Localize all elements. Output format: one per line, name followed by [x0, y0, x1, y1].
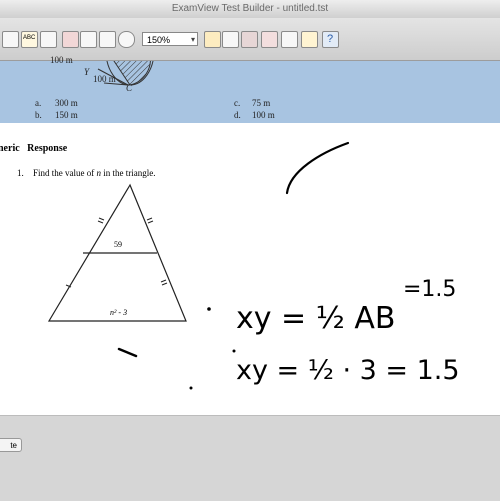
- figure-label-len2: 100 m: [93, 74, 116, 84]
- bottom-button-label: te: [10, 441, 17, 450]
- check-icon[interactable]: [281, 31, 298, 48]
- grade-icon[interactable]: [261, 31, 278, 48]
- option-c-letter: c.: [234, 98, 241, 108]
- option-b-letter: b.: [35, 110, 42, 120]
- title-bar: ExamView Test Builder - untitled.tst: [0, 0, 500, 19]
- option-d-text: 100 m: [252, 110, 275, 120]
- figure-label-len1: 100 m: [50, 55, 73, 65]
- option-d-letter: d.: [234, 110, 241, 120]
- option-c-text: 75 m: [252, 98, 271, 108]
- help-icon[interactable]: ?: [322, 31, 339, 48]
- list-icon[interactable]: [80, 31, 97, 48]
- new-icon[interactable]: [2, 31, 19, 48]
- toolbar: ABC 150% ▾ ?: [0, 18, 500, 61]
- question-icon[interactable]: [222, 31, 239, 48]
- edit-icon[interactable]: [204, 31, 221, 48]
- handwritten-line-2: xy = ½ · 3 = 1.5: [236, 355, 460, 386]
- option-a-text: 300 m: [55, 98, 78, 108]
- handwritten-line-1-suffix: =1.5: [403, 277, 457, 302]
- previous-question: 100 m Y 100 m C a. 300 m b. 150 m c. 75 …: [0, 55, 500, 123]
- window-title: ExamView Test Builder - untitled.tst: [171, 3, 329, 14]
- option-b-text: 150 m: [55, 110, 78, 120]
- handwritten-line-1: xy = ½ AB: [236, 301, 396, 336]
- bottom-panel: te: [0, 415, 500, 501]
- view-icon[interactable]: [118, 31, 135, 48]
- insert-icon[interactable]: [99, 31, 116, 48]
- spelling-icon[interactable]: ABC: [21, 31, 38, 48]
- open-icon[interactable]: [40, 31, 57, 48]
- zoom-select[interactable]: 150% ▾: [142, 32, 198, 46]
- answer-key-icon[interactable]: [301, 31, 318, 48]
- figure-label-c: C: [126, 83, 133, 93]
- answer-icon[interactable]: [241, 31, 258, 48]
- option-a-letter: a.: [35, 98, 42, 108]
- print-icon[interactable]: [62, 31, 79, 48]
- document-page: neric Response 1. Find the value of n in…: [0, 123, 500, 415]
- chevron-down-icon: ▾: [190, 35, 195, 44]
- bottom-button[interactable]: te: [0, 438, 22, 452]
- zoom-value: 150%: [147, 35, 171, 45]
- figure-label-y: Y: [84, 67, 90, 77]
